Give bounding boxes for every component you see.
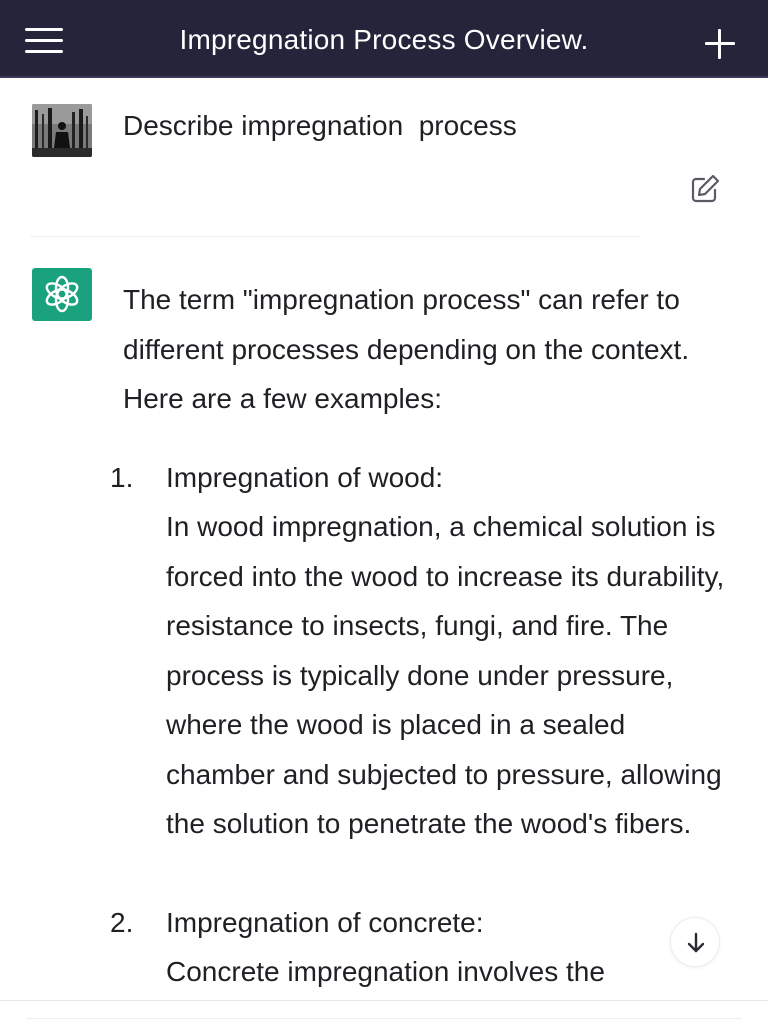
list-number: 2. bbox=[110, 907, 134, 938]
assistant-intro-text: The term "impregnation process" can refe… bbox=[123, 284, 690, 414]
list-number: 1. bbox=[110, 462, 134, 493]
openai-logo-icon bbox=[45, 275, 79, 313]
page-title: Impregnation Process Overview. bbox=[179, 24, 589, 55]
list-item-body: Concrete impregnation involves the bbox=[166, 956, 605, 987]
composer-edge bbox=[26, 1018, 742, 1019]
assistant-avatar bbox=[32, 268, 92, 321]
list-item-body: In wood impregnation, a chemical solutio… bbox=[166, 511, 725, 839]
edit-icon[interactable] bbox=[688, 172, 722, 206]
new-chat-plus-icon[interactable] bbox=[700, 24, 740, 64]
scroll-down-button[interactable] bbox=[670, 917, 720, 967]
list-item-title: Impregnation of concrete: bbox=[166, 907, 484, 938]
composer-divider bbox=[0, 1000, 768, 1001]
user-avatar bbox=[32, 104, 92, 157]
list-item-title: Impregnation of wood: bbox=[166, 462, 444, 493]
user-message: Describe impregnation process bbox=[123, 110, 517, 141]
message-divider bbox=[30, 236, 640, 237]
top-bar: Impregnation Process Overview. bbox=[0, 0, 768, 78]
arrow-down-icon bbox=[687, 932, 705, 953]
